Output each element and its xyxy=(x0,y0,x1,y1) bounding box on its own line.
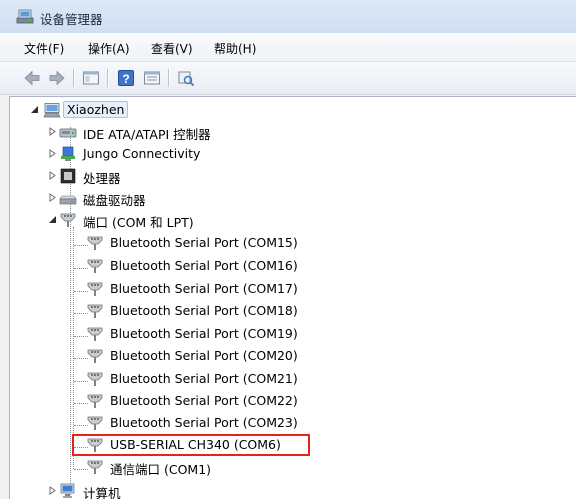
tree-category-label: IDE ATA/ATAPI 控制器 xyxy=(83,127,211,142)
port-label: Bluetooth Serial Port (COM20) xyxy=(110,348,298,363)
toolbar-separator xyxy=(168,69,169,87)
scan-hardware-icon[interactable] xyxy=(176,68,196,88)
computer-icon xyxy=(43,103,61,118)
port-label: 通信端口 (COM1) xyxy=(110,462,212,477)
device-manager-icon xyxy=(16,9,34,24)
toolbar-separator xyxy=(73,69,74,87)
tree-category-disk[interactable]: 磁盘驱动器 xyxy=(10,188,310,208)
tree-category-label: 计算机 xyxy=(83,486,121,499)
processor-icon xyxy=(60,168,76,184)
show-hide-console-tree-icon[interactable] xyxy=(81,68,101,88)
port-item[interactable]: 通信端口 (COM1) xyxy=(10,457,340,477)
tree-category-processor[interactable]: 处理器 xyxy=(10,166,310,186)
port-item[interactable]: Bluetooth Serial Port (COM22) xyxy=(10,391,340,411)
menu-help[interactable]: 帮助(H) xyxy=(214,40,256,57)
port-label: Bluetooth Serial Port (COM22) xyxy=(110,393,298,408)
toolbar-separator xyxy=(107,69,108,87)
title-bar[interactable]: 设备管理器 xyxy=(0,0,576,33)
port-label: Bluetooth Serial Port (COM17) xyxy=(110,281,298,296)
toolbar: ? xyxy=(0,62,576,95)
window-title: 设备管理器 xyxy=(40,12,103,27)
highlight-annotation-box xyxy=(72,434,310,456)
svg-text:?: ? xyxy=(122,72,129,86)
tree-category-label: 处理器 xyxy=(83,171,121,186)
tree-category-ports[interactable]: 端口 (COM 和 LPT) xyxy=(10,210,310,230)
expand-triangle-icon[interactable] xyxy=(48,171,57,180)
port-icon xyxy=(87,416,103,430)
port-item[interactable]: Bluetooth Serial Port (COM23) xyxy=(10,413,340,433)
disk-drive-icon xyxy=(59,195,77,205)
port-icon xyxy=(87,259,103,273)
port-icon xyxy=(87,327,103,341)
expand-triangle-icon[interactable] xyxy=(48,127,57,136)
ide-controller-icon xyxy=(59,128,77,138)
back-arrow-icon[interactable] xyxy=(22,68,42,88)
device-manager-window: 设备管理器 文件(F) 操作(A) 查看(V) 帮助(H) ? Xiaozhen… xyxy=(0,0,576,499)
port-icon xyxy=(87,394,103,408)
port-label: Bluetooth Serial Port (COM15) xyxy=(110,235,298,250)
expand-triangle-icon[interactable] xyxy=(48,193,57,202)
tree-category-label: 磁盘驱动器 xyxy=(83,193,146,208)
port-item[interactable]: Bluetooth Serial Port (COM15) xyxy=(10,233,340,253)
menu-view[interactable]: 查看(V) xyxy=(151,40,193,57)
tree-category-jungo[interactable]: Jungo Connectivity xyxy=(10,144,310,164)
port-item[interactable]: Bluetooth Serial Port (COM20) xyxy=(10,346,340,366)
port-icon xyxy=(87,236,103,250)
port-label: Bluetooth Serial Port (COM18) xyxy=(110,303,298,318)
computer-icon xyxy=(60,483,75,498)
device-tree[interactable]: Xiaozhen IDE ATA/ATAPI 控制器 Jungo Connect… xyxy=(9,96,576,499)
port-icon xyxy=(87,372,103,386)
port-icon xyxy=(87,460,103,474)
tree-category-label: 端口 (COM 和 LPT) xyxy=(83,215,194,230)
port-icon xyxy=(87,349,103,363)
tree-root-label: Xiaozhen xyxy=(63,101,129,118)
tree-category-ide[interactable]: IDE ATA/ATAPI 控制器 xyxy=(10,122,310,142)
port-item[interactable]: Bluetooth Serial Port (COM16) xyxy=(10,256,340,276)
port-item[interactable]: Bluetooth Serial Port (COM19) xyxy=(10,324,340,344)
tree-category-computer[interactable]: 计算机 xyxy=(10,481,310,499)
port-item[interactable]: Bluetooth Serial Port (COM17) xyxy=(10,279,340,299)
properties-icon[interactable] xyxy=(142,68,162,88)
collapse-triangle-icon[interactable] xyxy=(30,105,39,114)
menu-bar: 文件(F) 操作(A) 查看(V) 帮助(H) xyxy=(0,33,576,62)
expand-triangle-icon[interactable] xyxy=(48,149,57,158)
port-icon xyxy=(87,304,103,318)
menu-action[interactable]: 操作(A) xyxy=(88,40,130,57)
port-label: Bluetooth Serial Port (COM21) xyxy=(110,371,298,386)
port-label: Bluetooth Serial Port (COM19) xyxy=(110,326,298,341)
tree-category-label: Jungo Connectivity xyxy=(83,146,201,161)
collapse-triangle-icon[interactable] xyxy=(48,215,57,224)
port-icon xyxy=(60,213,76,227)
menu-file[interactable]: 文件(F) xyxy=(24,40,64,57)
jungo-device-icon xyxy=(61,146,75,161)
expand-triangle-icon[interactable] xyxy=(48,486,57,495)
port-label: Bluetooth Serial Port (COM16) xyxy=(110,258,298,273)
port-item[interactable]: Bluetooth Serial Port (COM18) xyxy=(10,301,340,321)
port-label: Bluetooth Serial Port (COM23) xyxy=(110,415,298,430)
port-icon xyxy=(87,282,103,296)
tree-root-node[interactable]: Xiaozhen xyxy=(10,100,210,120)
port-item[interactable]: Bluetooth Serial Port (COM21) xyxy=(10,369,340,389)
help-icon[interactable]: ? xyxy=(116,68,136,88)
forward-arrow-icon[interactable] xyxy=(47,68,67,88)
